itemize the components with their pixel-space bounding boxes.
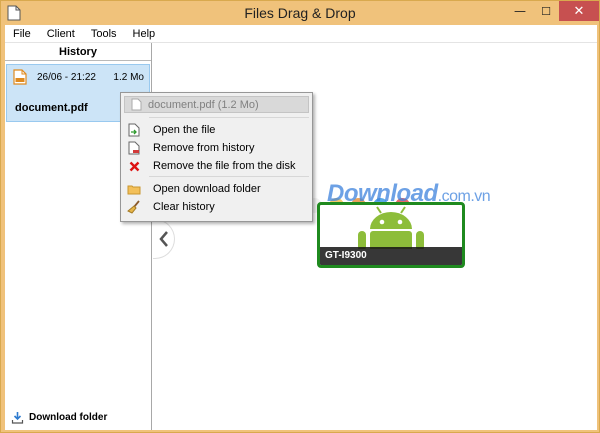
menu-file[interactable]: File: [5, 28, 39, 40]
back-arrow-button[interactable]: [153, 219, 175, 259]
menu-open-download-folder[interactable]: Open download folder: [124, 180, 309, 198]
watermark: Download.com.vn: [327, 180, 491, 208]
context-menu-title: document.pdf (1.2 Mo): [148, 98, 259, 111]
remove-history-icon: [127, 141, 141, 155]
open-file-icon: [127, 123, 141, 137]
watermark-suffix: .com.vn: [437, 188, 491, 205]
history-header: History: [5, 43, 151, 61]
menu-remove-history[interactable]: Remove from history: [124, 139, 309, 157]
folder-icon: [127, 182, 141, 196]
file-icon: [129, 98, 143, 112]
menu-separator: [149, 117, 309, 118]
device-name: GT-I9300: [320, 247, 462, 265]
chevron-left-icon: [158, 231, 168, 247]
menu-open-download-folder-label: Open download folder: [153, 183, 261, 195]
minimize-button[interactable]: —: [507, 1, 533, 21]
menu-separator: [149, 176, 309, 177]
history-filename: document.pdf: [15, 102, 88, 114]
context-menu: document.pdf (1.2 Mo) Open the file Remo…: [120, 92, 313, 222]
device-card[interactable]: GT-I9300: [317, 202, 465, 268]
download-folder-button[interactable]: Download folder: [11, 411, 107, 424]
download-icon: [11, 412, 24, 424]
menu-open-file[interactable]: Open the file: [124, 121, 309, 139]
watermark-text: Download: [327, 180, 438, 207]
title-bar: Files Drag & Drop — ☐ ✕: [1, 1, 599, 25]
menu-remove-from-disk[interactable]: Remove the file from the disk: [124, 157, 309, 175]
menu-bar: File Client Tools Help: [5, 25, 597, 43]
menu-clear-history[interactable]: Clear history: [124, 198, 309, 216]
menu-remove-from-disk-label: Remove the file from the disk: [153, 160, 296, 172]
menu-open-file-label: Open the file: [153, 124, 216, 136]
menu-client[interactable]: Client: [39, 28, 83, 40]
menu-remove-history-label: Remove from history: [153, 142, 255, 154]
history-date: 26/06 - 21:22: [37, 72, 96, 83]
app-icon: [7, 5, 21, 21]
context-menu-header: document.pdf (1.2 Mo): [124, 96, 309, 113]
menu-help[interactable]: Help: [125, 28, 164, 40]
download-folder-label: Download folder: [29, 412, 108, 423]
app-window: Files Drag & Drop — ☐ ✕ File Client Tool…: [0, 0, 600, 433]
menu-clear-history-label: Clear history: [153, 201, 215, 213]
client-area: File Client Tools Help History 26/06 - 2…: [5, 25, 597, 430]
pdf-icon: [13, 69, 27, 85]
delete-icon: [127, 159, 141, 173]
window-title: Files Drag & Drop: [244, 5, 356, 21]
history-size: 1.2 Mo: [113, 72, 144, 83]
maximize-button[interactable]: ☐: [533, 1, 559, 21]
close-button[interactable]: ✕: [559, 1, 599, 21]
android-icon: [358, 206, 424, 249]
menu-tools[interactable]: Tools: [83, 28, 125, 40]
broom-icon: [127, 200, 141, 214]
